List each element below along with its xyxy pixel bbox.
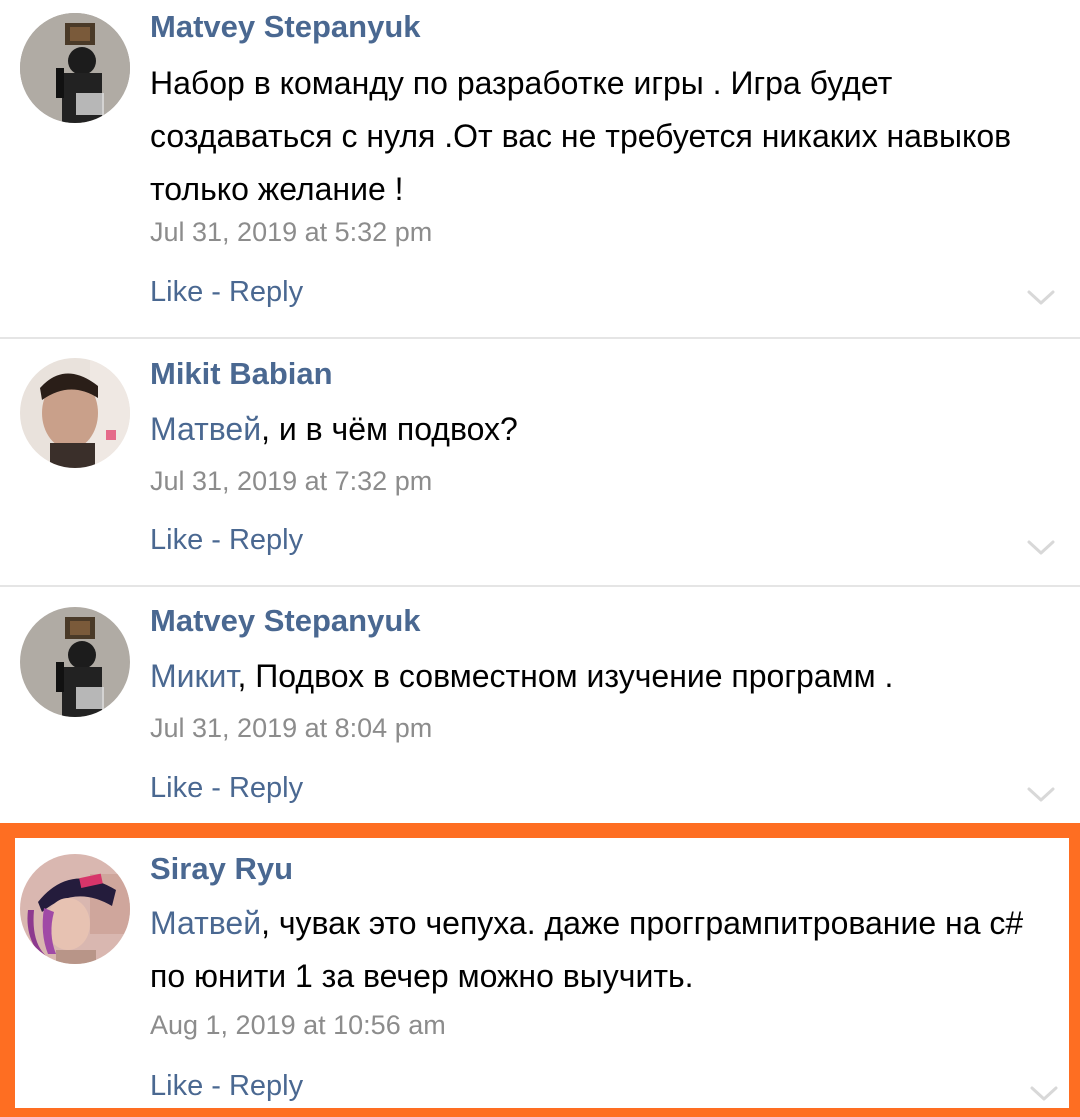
reply-button[interactable]: Reply	[229, 1070, 303, 1102]
comment-body: Набор в команду по разработке игры . Игр…	[150, 65, 1012, 207]
comment-actions: Like - Reply	[150, 771, 303, 805]
comment-item: Matvey Stepanyuk Микит, Подвох в совмест…	[0, 587, 1080, 821]
mention-link[interactable]: Матвей	[150, 905, 261, 941]
comment-author[interactable]: Mikit Babian	[150, 356, 333, 392]
comment-date: Jul 31, 2019 at 7:32 pm	[150, 466, 433, 496]
chevron-down-icon[interactable]	[1026, 786, 1056, 804]
reply-button[interactable]: Reply	[229, 276, 303, 308]
comment-actions: Like - Reply	[150, 1069, 303, 1103]
avatar[interactable]	[20, 358, 130, 468]
comment-text: Микит, Подвох в совместном изучение прог…	[150, 650, 1060, 703]
avatar[interactable]	[20, 854, 130, 964]
mention-link[interactable]: Микит	[150, 658, 238, 694]
comment-text: Матвей, и в чём подвох?	[150, 403, 1060, 456]
comment-item: Mikit Babian Матвей, и в чём подвох? Jul…	[0, 339, 1080, 585]
comment-date: Jul 31, 2019 at 8:04 pm	[150, 713, 433, 743]
avatar-siray-icon	[20, 854, 130, 964]
comment-date: Aug 1, 2019 at 10:56 am	[150, 1010, 446, 1040]
comment-text: Матвей, чувак это чепуха. даже прогграмп…	[150, 897, 1050, 1003]
chevron-down-icon[interactable]	[1029, 1085, 1059, 1103]
comment-date: Jul 31, 2019 at 5:32 pm	[150, 217, 433, 247]
comment-body: , чувак это чепуха. даже проггрампитрова…	[150, 905, 1024, 994]
comment-text: Набор в команду по разработке игры . Игр…	[150, 57, 1060, 216]
comment-actions: Like - Reply	[150, 523, 303, 557]
like-button[interactable]: Like	[150, 1070, 203, 1102]
avatar[interactable]	[20, 13, 130, 123]
mention-link[interactable]: Матвей	[150, 411, 261, 447]
comment-actions: Like - Reply	[150, 275, 303, 309]
like-button[interactable]: Like	[150, 524, 203, 556]
avatar[interactable]	[20, 607, 130, 717]
comment-author[interactable]: Matvey Stepanyuk	[150, 603, 421, 639]
comment-item-highlighted: Siray Ryu Матвей, чувак это чепуха. даже…	[0, 823, 1080, 1117]
avatar-matvey-icon	[20, 13, 130, 123]
chevron-down-icon[interactable]	[1026, 539, 1056, 557]
avatar-matvey-icon	[20, 607, 130, 717]
avatar-mikit-icon	[20, 358, 130, 468]
action-separator: -	[203, 772, 229, 804]
comment-body: , и в чём подвох?	[261, 411, 518, 447]
action-separator: -	[203, 1070, 229, 1102]
like-button[interactable]: Like	[150, 276, 203, 308]
action-separator: -	[203, 276, 229, 308]
comment-body: , Подвох в совместном изучение программ …	[237, 658, 894, 694]
comment-author[interactable]: Matvey Stepanyuk	[150, 9, 421, 45]
action-separator: -	[203, 524, 229, 556]
reply-button[interactable]: Reply	[229, 524, 303, 556]
comment-author[interactable]: Siray Ryu	[150, 851, 293, 887]
reply-button[interactable]: Reply	[229, 772, 303, 804]
chevron-down-icon[interactable]	[1026, 289, 1056, 307]
like-button[interactable]: Like	[150, 772, 203, 804]
comment-item: Matvey Stepanyuk Набор в команду по разр…	[0, 0, 1080, 337]
